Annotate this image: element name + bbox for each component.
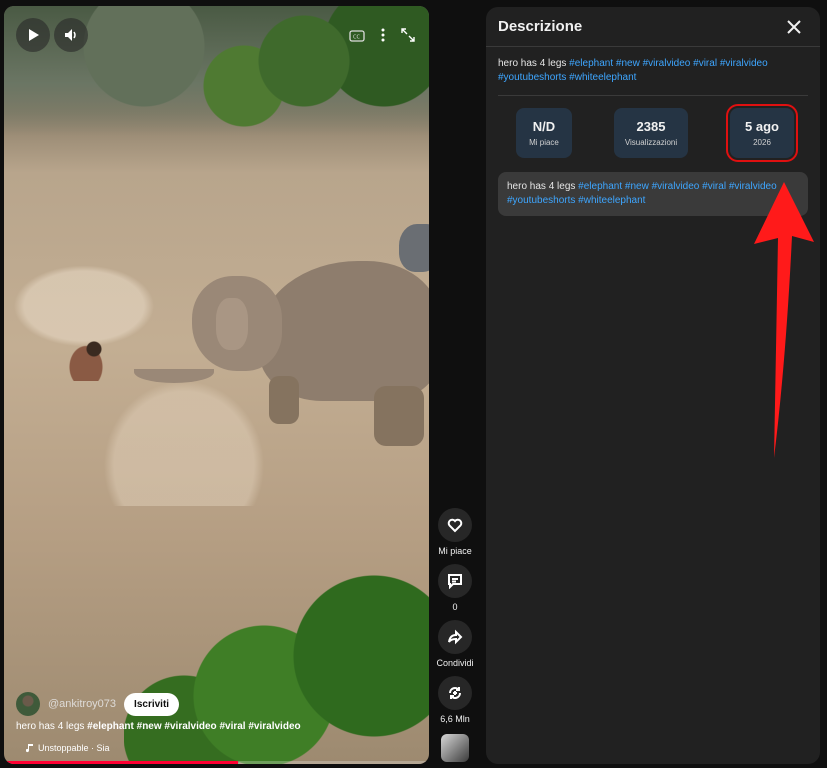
- channel-handle[interactable]: @ankitroy073: [48, 698, 116, 710]
- description-box-plain: hero has 4 legs: [507, 181, 579, 192]
- channel-row: @ankitroy073 Iscriviti: [16, 692, 180, 716]
- action-column: Mi piace 0 Condividi 6,6 Mln: [436, 508, 474, 762]
- comments-button[interactable]: [438, 564, 472, 598]
- video-scene-rock: [399, 224, 429, 272]
- play-icon: [29, 29, 39, 41]
- video-title-tags[interactable]: #elephant #new #viralvideo #viral #viral…: [87, 721, 300, 732]
- progress-fill: [4, 761, 238, 764]
- description-text: hero has 4 legs #elephant #new #viralvid…: [486, 47, 820, 85]
- remix-icon: [449, 687, 461, 699]
- volume-button[interactable]: [54, 18, 88, 52]
- play-button[interactable]: [16, 18, 50, 52]
- sound-link[interactable]: Unstoppable · Sia: [26, 743, 110, 753]
- video-title-text: hero has 4 legs: [16, 721, 88, 732]
- views-stat: 2385 Visualizzazioni: [614, 108, 688, 158]
- views-value: 2385: [636, 119, 666, 134]
- more-icon: [381, 28, 385, 42]
- more-options-button[interactable]: [381, 28, 385, 47]
- fullscreen-icon: [401, 28, 415, 42]
- likes-stat: N/D Mi piace: [516, 108, 572, 158]
- video-scene-elephant-leg: [269, 376, 299, 424]
- remix-button[interactable]: [438, 676, 472, 710]
- panel-header: Descrizione: [486, 7, 820, 47]
- like-action: Mi piace: [438, 508, 472, 556]
- comments-count: 0: [452, 602, 458, 612]
- remix-count: 6,6 Mln: [440, 714, 470, 724]
- close-icon: [787, 19, 801, 34]
- stats-row: N/D Mi piace 2385 Visualizzazioni 5 ago …: [486, 96, 820, 162]
- heart-icon: [447, 518, 463, 533]
- likes-label: Mi piace: [529, 138, 559, 147]
- video-scene-person: [66, 339, 108, 381]
- likes-value: N/D: [532, 119, 556, 134]
- description-plain: hero has 4 legs: [498, 58, 570, 69]
- captions-icon: CC: [349, 29, 365, 42]
- video-scene-foliage: [124, 566, 429, 764]
- video-player[interactable]: CC @ankitroy073 Iscriviti hero has 4 leg…: [4, 6, 429, 764]
- sound-thumbnail[interactable]: [441, 734, 469, 762]
- volume-icon: [65, 29, 76, 41]
- like-label: Mi piace: [438, 546, 472, 556]
- video-title[interactable]: hero has 4 legs #elephant #new #viralvid…: [16, 721, 301, 732]
- annotation-arrow-icon: [754, 182, 814, 458]
- video-scene-elephant-leg: [374, 386, 424, 446]
- share-icon: [448, 629, 463, 645]
- like-button[interactable]: [438, 508, 472, 542]
- date-year: 2026: [753, 138, 771, 147]
- views-label: Visualizzazioni: [624, 138, 678, 147]
- date-stat: 5 ago 2026: [726, 104, 798, 162]
- captions-button[interactable]: CC: [349, 29, 365, 47]
- comments-action: 0: [438, 564, 472, 612]
- fullscreen-button[interactable]: [401, 28, 415, 47]
- comment-icon: [448, 574, 462, 589]
- progress-bar[interactable]: [4, 761, 429, 764]
- panel-title: Descrizione: [498, 18, 583, 35]
- music-note-icon: [26, 744, 33, 753]
- date-value: 5 ago: [745, 119, 779, 134]
- video-scene-elephant-ear: [216, 298, 248, 350]
- close-button[interactable]: [782, 15, 806, 39]
- share-label: Condividi: [436, 658, 474, 668]
- share-action: Condividi: [436, 620, 474, 668]
- channel-avatar[interactable]: [16, 692, 40, 716]
- video-scene-elephant-trunk: [134, 361, 214, 383]
- sound-name: Unstoppable · Sia: [38, 743, 110, 753]
- share-button[interactable]: [438, 620, 472, 654]
- remix-action: 6,6 Mln: [438, 676, 472, 724]
- svg-text:CC: CC: [353, 34, 360, 40]
- subscribe-button[interactable]: Iscriviti: [124, 692, 180, 716]
